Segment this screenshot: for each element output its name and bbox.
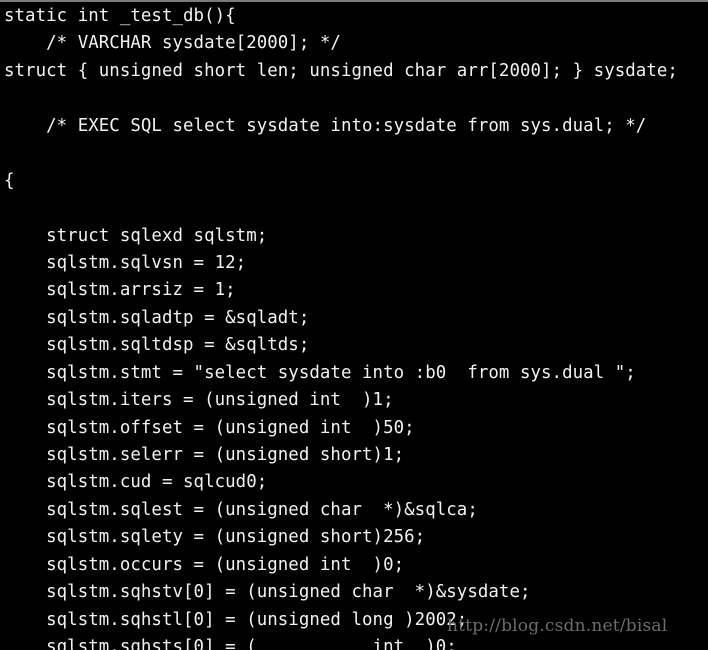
code-line: sqlstm.occurs = (unsigned int )0; <box>4 554 405 575</box>
code-line: sqlstm.sqlvsn = 12; <box>4 252 247 273</box>
code-line: sqlstm.offset = (unsigned int )50; <box>4 417 415 438</box>
code-line: sqlstm.sqhstv[0] = (unsigned char *)&sys… <box>4 582 531 603</box>
code-line: sqlstm.sqltdsp = &sqltds; <box>4 335 310 356</box>
code-listing[interactable]: static int _test_db(){ /* VARCHAR sysdat… <box>0 2 708 650</box>
code-line: sqlstm.stmt = "select sysdate into :b0 f… <box>4 362 636 383</box>
code-line: sqlstm.sqhstl[0] = (unsigned long )2002; <box>4 609 468 630</box>
code-line: /* VARCHAR sysdate[2000]; */ <box>4 33 341 54</box>
code-line: /* EXEC SQL select sysdate into:sysdate … <box>4 115 647 136</box>
code-line: { <box>4 170 15 191</box>
code-line: sqlstm.iters = (unsigned int )1; <box>4 390 394 411</box>
code-line: sqlstm.sqladtp = &sqladt; <box>4 307 310 328</box>
code-line: sqlstm.cud = sqlcud0; <box>4 472 268 493</box>
code-line: sqlstm.sqlest = (unsigned char *)&sqlca; <box>4 499 478 520</box>
code-line: static int _test_db(){ <box>4 6 236 26</box>
code-line: sqlstm.selerr = (unsigned short)1; <box>4 445 405 465</box>
code-line: sqlstm.sqlety = (unsigned short)256; <box>4 527 426 548</box>
code-line: struct { unsigned short len; unsigned ch… <box>4 60 678 81</box>
code-line: sqlstm.arrsiz = 1; <box>4 280 236 301</box>
code-line: sqlstm.sqhsts[0] = ( int )0; <box>4 637 457 650</box>
code-line: struct sqlexd sqlstm; <box>4 225 268 246</box>
code-viewer: static int _test_db(){ /* VARCHAR sysdat… <box>0 0 708 650</box>
